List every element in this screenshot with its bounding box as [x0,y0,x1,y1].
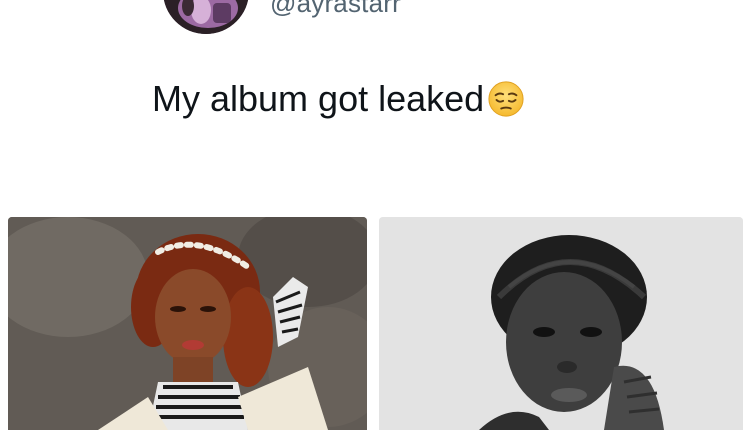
pensive-face-icon [487,80,525,118]
tweet-text: My album got leaked [152,78,525,120]
tweet-card: @ayrastarr My album got leaked [0,0,750,430]
avatar[interactable] [163,0,249,34]
user-handle[interactable]: @ayrastarr [270,0,401,19]
photo-right-image [379,217,743,430]
photo-left-image [8,217,367,430]
photo-left[interactable] [8,217,367,430]
tweet-text-body: My album got leaked [152,78,485,119]
photo-right[interactable] [379,217,743,430]
avatar-image [163,0,249,34]
